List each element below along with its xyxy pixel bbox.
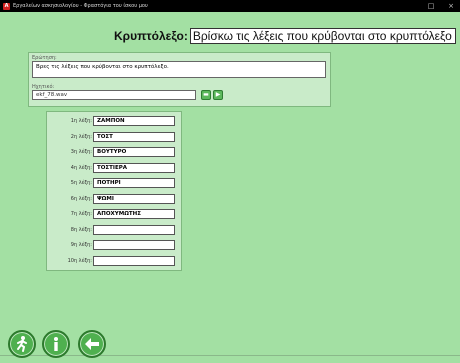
word-label: 7η λέξη: <box>70 211 92 217</box>
info-button[interactable] <box>42 330 70 358</box>
word-row: 4η λέξη: ΤΟΣΤΙΕΡΑ <box>47 162 183 174</box>
exit-icon <box>17 336 27 352</box>
word-row: 5η λέξη: ΠΟΤΗΡΙ <box>47 178 183 189</box>
word-row: 7η λέξη: ΑΠΟΧΥΜΩΤΗΣ <box>47 209 183 220</box>
word-input[interactable]: ΠΟΤΗΡΙ <box>93 178 175 188</box>
word-label: 8η λέξη: <box>70 226 92 233</box>
word-label: 9η λέξη: <box>70 242 92 248</box>
title-bar: A Εργαλείων ασκησιολογίου - Φραστόγια το… <box>0 0 460 12</box>
folder-icon[interactable]: ▬ <box>201 90 211 100</box>
word-row: 10η λέξη: <box>47 255 183 267</box>
word-input[interactable] <box>93 224 175 235</box>
question-panel: Ερώτηση: Βρες τις λέξεις που κρύβονται σ… <box>28 52 331 107</box>
back-arrow-icon <box>85 338 99 350</box>
word-row: 2η λέξη: ΤΟΣΤ <box>47 131 183 143</box>
word-input[interactable]: ΖΑΜΠΟΝ <box>93 116 175 126</box>
heading-title-field[interactable]: Βρίσκω τις λέξεις που κρύβονται στο κρυπ… <box>189 28 456 44</box>
word-label: 4η λέξη: <box>70 164 92 171</box>
word-label: 5η λέξη: <box>70 180 92 186</box>
word-label: 10η λέξη: <box>67 257 92 264</box>
word-label: 6η λέξη: <box>70 195 92 202</box>
word-row: 6η λέξη: ΨΩΜΙ <box>47 193 183 205</box>
word-input[interactable]: ΑΠΟΧΥΜΩΤΗΣ <box>93 209 175 219</box>
word-input[interactable]: ΨΩΜΙ <box>93 193 175 204</box>
word-row: 3η λέξη: ΒΟΥΤΥΡΟ <box>47 147 183 158</box>
word-input[interactable]: ΤΟΣΤΙΕΡΑ <box>93 162 175 173</box>
word-label: 3η λέξη: <box>70 149 92 155</box>
word-label: 2η λέξη: <box>70 133 92 140</box>
word-row: 9η λέξη: <box>47 240 183 251</box>
maximize-button[interactable]: □ <box>424 1 438 11</box>
words-panel: 1η λέξη: ΖΑΜΠΟΝ 2η λέξη: ΤΟΣΤ 3η λέξη: Β… <box>46 111 182 271</box>
window-title: Εργαλείων ασκησιολογίου - Φραστόγια του … <box>13 3 148 9</box>
app-icon: A <box>3 2 10 10</box>
word-input[interactable]: ΒΟΥΤΥΡΟ <box>93 147 175 157</box>
page-heading: Κρυπτόλεξο: Βρίσκω τις λέξεις που κρύβον… <box>114 28 456 44</box>
play-icon[interactable]: ▶ <box>213 90 223 100</box>
question-field[interactable]: Βρες τις λέξεις που κρύβονται στο κρυπτό… <box>32 61 326 78</box>
sound-file-field[interactable]: ekf_78.wav <box>32 90 196 100</box>
word-input[interactable] <box>93 240 175 250</box>
close-button[interactable]: × <box>444 1 458 11</box>
exit-button[interactable] <box>8 330 36 358</box>
word-input[interactable] <box>93 255 175 266</box>
word-row: 8η λέξη: <box>47 224 183 236</box>
footer-divider <box>0 355 460 356</box>
word-row: 1η λέξη: ΖΑΜΠΟΝ <box>47 116 183 127</box>
heading-label: Κρυπτόλεξο: <box>114 29 188 43</box>
back-button[interactable] <box>78 330 106 358</box>
info-icon <box>54 337 58 351</box>
word-input[interactable]: ΤΟΣΤ <box>93 131 175 142</box>
word-label: 1η λέξη: <box>70 118 92 124</box>
